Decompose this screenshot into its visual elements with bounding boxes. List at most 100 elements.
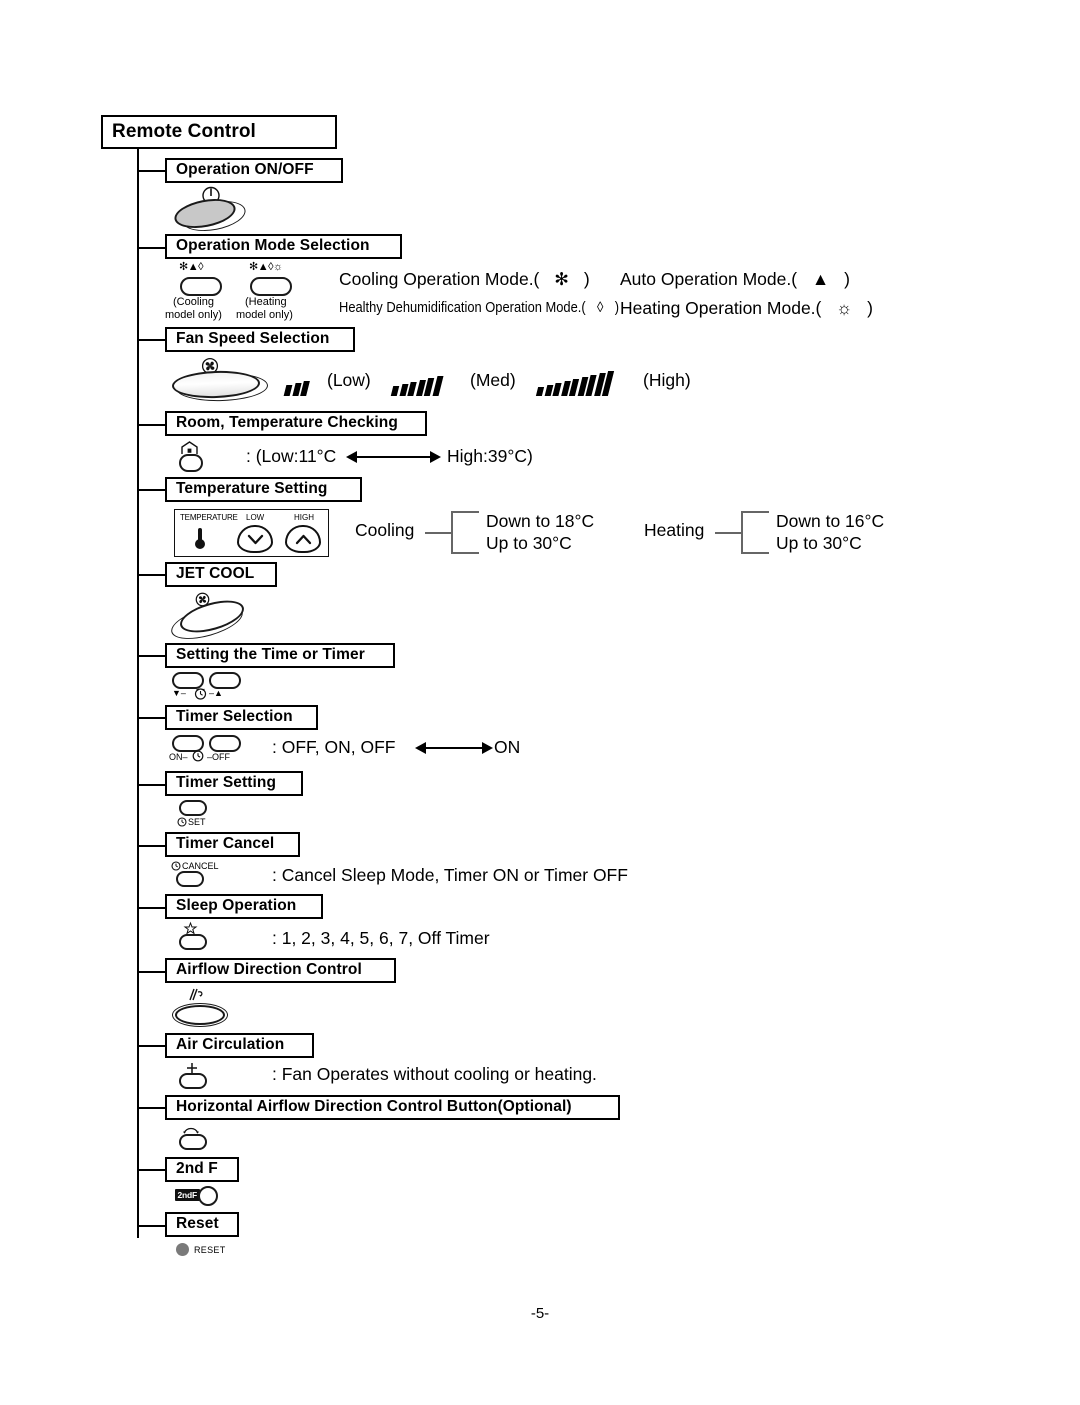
fan-speed-label-high: (High)	[643, 370, 691, 390]
air-circulation-description: : Fan Operates without cooling or heatin…	[272, 1064, 597, 1084]
jet-cool-button[interactable]	[167, 594, 256, 646]
fan-bars-med	[390, 374, 443, 396]
mode-caption-cooling-2: model only)	[165, 309, 222, 321]
range-cooling-up: Up to 30°C	[486, 533, 572, 553]
airflow-direction-button[interactable]	[172, 1001, 234, 1031]
section-label: 2nd F	[176, 1160, 218, 1178]
tree-branch	[137, 247, 165, 249]
sleep-button[interactable]	[179, 934, 207, 950]
section-header-timer-setting: Timer Setting	[165, 771, 303, 796]
timer-cancel-description: : Cancel Sleep Mode, Timer ON or Timer O…	[272, 865, 628, 885]
section-header-operation-mode-selection: Operation Mode Selection	[165, 234, 402, 259]
section-header-jet-cool: JET COOL	[165, 562, 277, 587]
tree-branch	[137, 489, 165, 491]
mode-button-cooling[interactable]	[180, 277, 222, 296]
clock-icon	[177, 817, 187, 827]
mode-caption-heating-1: (Heating	[245, 296, 287, 308]
tree-branch	[137, 1169, 165, 1171]
section-label: JET COOL	[176, 565, 255, 583]
tree-branch	[137, 784, 165, 786]
section-header-second-function: 2nd F	[165, 1157, 239, 1182]
temperature-up-button[interactable]	[285, 525, 321, 553]
tree-branch	[137, 845, 165, 847]
timer-set-label: SET	[188, 817, 206, 827]
section-header-operation-on-off: Operation ON/OFF	[165, 158, 343, 183]
page-title-label: Remote Control	[112, 121, 256, 142]
section-header-airflow-direction-control: Airflow Direction Control	[165, 958, 396, 983]
room-icon	[180, 441, 199, 455]
section-label: Sleep Operation	[176, 897, 297, 915]
mode-caption-heating-2: model only)	[236, 309, 293, 321]
timer-off-button[interactable]	[209, 735, 241, 752]
fan-bars-low	[283, 378, 310, 396]
tree-branch	[137, 424, 165, 426]
power-button[interactable]	[171, 194, 250, 236]
tree-branch	[137, 574, 165, 576]
timer-arrow-line	[426, 747, 484, 749]
horizontal-airflow-button[interactable]	[179, 1134, 207, 1150]
tree-branch	[137, 170, 165, 172]
time-glyph-up: –▲	[209, 688, 223, 698]
time-up-button[interactable]	[209, 672, 241, 689]
tree-branch	[137, 655, 165, 657]
temperature-down-button[interactable]	[237, 525, 273, 553]
temperature-panel: TEMPERATURE LOW HIGH	[174, 509, 329, 557]
section-header-timer-selection: Timer Selection	[165, 705, 318, 730]
mode-icons-heating: ✻▲◊☼	[249, 261, 283, 273]
mode-button-heating[interactable]	[250, 277, 292, 296]
range-arrow-line	[357, 456, 432, 458]
timer-arrow-left	[415, 742, 426, 754]
fan-bars-high	[535, 370, 615, 396]
fan-speed-button[interactable]	[171, 369, 272, 404]
section-header-horizontal-airflow-direction-control: Horizontal Airflow Direction Control But…	[165, 1095, 620, 1120]
air-circulation-button[interactable]	[179, 1073, 207, 1089]
tree-branch	[137, 971, 165, 973]
page-title: Remote Control	[101, 115, 337, 149]
room-temp-range-low: : (Low:11°C	[246, 446, 337, 466]
section-label: Setting the Time or Timer	[176, 646, 365, 664]
snowflake-icon: ✻	[554, 269, 569, 289]
timer-glyph-off: –OFF	[207, 752, 231, 762]
section-header-setting-time-or-timer: Setting the Time or Timer	[165, 643, 395, 668]
tree-branch	[137, 1225, 165, 1227]
section-header-room-temperature-checking: Room, Temperature Checking	[165, 411, 427, 436]
fan-speed-label-med: (Med)	[470, 370, 516, 390]
section-label: Airflow Direction Control	[176, 961, 362, 979]
reset-dot-icon[interactable]	[176, 1243, 189, 1256]
timer-arrow-right	[482, 742, 493, 754]
section-header-timer-cancel: Timer Cancel	[165, 832, 300, 857]
timer-set-button[interactable]	[179, 800, 207, 816]
fan-speed-label-low: (Low)	[327, 370, 371, 390]
auto-triangle-icon: ▲	[811, 269, 830, 289]
clock-icon	[194, 687, 207, 700]
section-label: Reset	[176, 1215, 219, 1233]
section-label: Fan Speed Selection	[176, 330, 330, 348]
range-heating-down: Down to 16°C	[776, 511, 885, 531]
tree-branch	[137, 1045, 165, 1047]
section-label: Timer Setting	[176, 774, 277, 792]
tree-branch	[137, 717, 165, 719]
section-label: Operation ON/OFF	[176, 161, 314, 179]
sleep-description: : 1, 2, 3, 4, 5, 6, 7, Off Timer	[272, 928, 490, 948]
tree-branch	[137, 907, 165, 909]
second-function-badge: 2ndF	[175, 1189, 200, 1201]
timer-glyph-on: ON–	[169, 752, 188, 762]
range-heating-up: Up to 30°C	[776, 533, 862, 553]
range-mode-cooling: Cooling	[355, 520, 415, 540]
section-label: Horizontal Airflow Direction Control But…	[176, 1098, 572, 1116]
range-mode-heating: Heating	[644, 520, 705, 540]
second-function-button[interactable]	[198, 1186, 218, 1206]
mode-desc-auto: Auto Operation Mode.( ▲ )	[620, 269, 850, 289]
tree-spine	[137, 148, 139, 1238]
chevron-down-icon	[247, 534, 263, 544]
tree-branch	[137, 1107, 165, 1109]
temperature-high-label: HIGH	[294, 513, 314, 522]
clock-icon	[171, 861, 181, 871]
section-header-air-circulation: Air Circulation	[165, 1033, 314, 1058]
timer-cancel-button[interactable]	[176, 871, 204, 887]
room-temp-button[interactable]	[179, 454, 203, 472]
section-header-fan-speed-selection: Fan Speed Selection	[165, 327, 355, 352]
mode-icons-cooling: ✻▲◊	[179, 261, 204, 273]
page-number: -5-	[530, 1305, 550, 1322]
tree-branch	[137, 339, 165, 341]
